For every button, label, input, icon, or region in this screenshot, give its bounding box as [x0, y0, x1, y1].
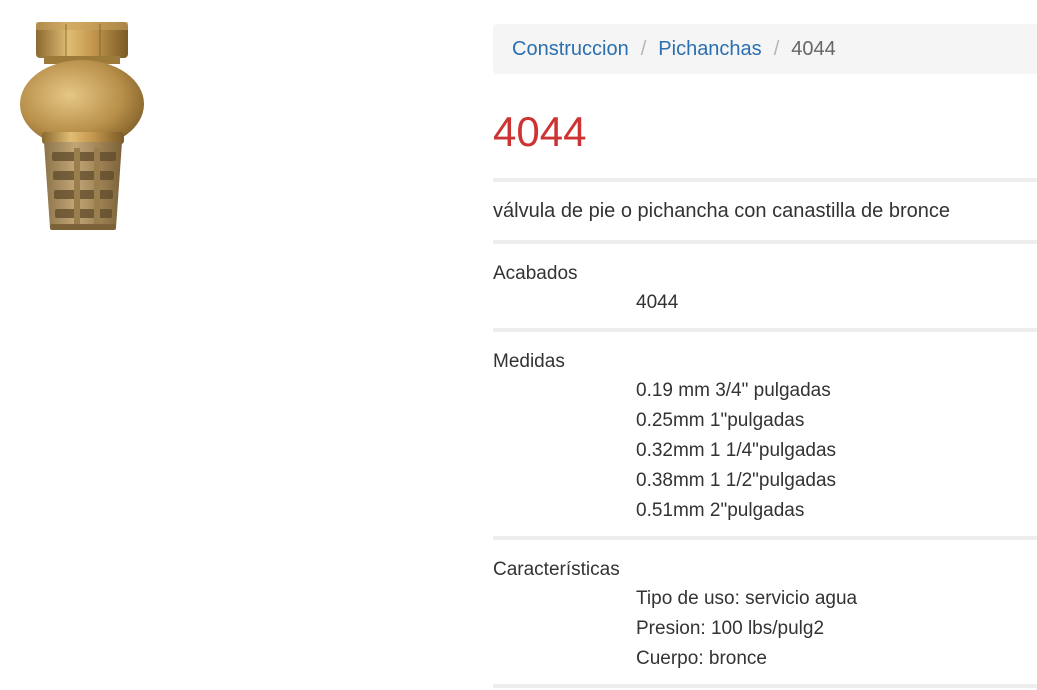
medidas-value: 0.51mm 2"pulgadas	[636, 500, 805, 521]
product-image	[18, 14, 158, 239]
caracteristicas-value: Tipo de uso: servicio agua	[636, 588, 858, 609]
product-detail: Construccion / Pichanchas / 4044 4044 vá…	[493, 0, 1037, 688]
section-label-acabados: Acabados	[493, 263, 578, 284]
caracteristicas-list: Tipo de uso: servicio agua Presion: 100 …	[493, 584, 1037, 674]
product-page: Construccion / Pichanchas / 4044 4044 vá…	[0, 0, 1037, 690]
breadcrumb-link-construccion[interactable]: Construccion	[512, 38, 629, 61]
divider	[493, 684, 1037, 688]
acabados-value: 4044	[636, 292, 679, 313]
breadcrumb-separator: /	[773, 37, 780, 60]
medidas-value: 0.32mm 1 1/4"pulgadas	[636, 440, 837, 461]
product-description: válvula de pie o pichancha con canastill…	[493, 200, 950, 222]
medidas-value: 0.25mm 1"pulgadas	[636, 410, 805, 431]
acabados-list: 4044	[493, 288, 1037, 318]
section-label-caracteristicas: Características	[493, 559, 620, 580]
breadcrumb-separator: /	[640, 37, 647, 60]
breadcrumb-current: 4044	[791, 37, 836, 60]
product-title: 4044	[493, 108, 587, 155]
caracteristicas-value: Presion: 100 lbs/pulg2	[636, 618, 825, 639]
medidas-value: 0.19 mm 3/4" pulgadas	[636, 380, 831, 401]
caracteristicas-value: Cuerpo: bronce	[636, 648, 767, 669]
section-caracteristicas: Características Tipo de uso: servicio ag…	[493, 540, 1037, 684]
section-medidas: Medidas 0.19 mm 3/4" pulgadas 0.25mm 1"p…	[493, 332, 1037, 536]
medidas-value: 0.38mm 1 1/2"pulgadas	[636, 470, 837, 491]
section-acabados: Acabados 4044	[493, 244, 1037, 328]
breadcrumb: Construccion / Pichanchas / 4044	[493, 24, 1037, 74]
foot-valve-illustration	[20, 22, 144, 230]
breadcrumb-link-pichanchas[interactable]: Pichanchas	[658, 38, 761, 61]
section-label-medidas: Medidas	[493, 351, 565, 372]
medidas-list: 0.19 mm 3/4" pulgadas 0.25mm 1"pulgadas …	[493, 376, 1037, 526]
